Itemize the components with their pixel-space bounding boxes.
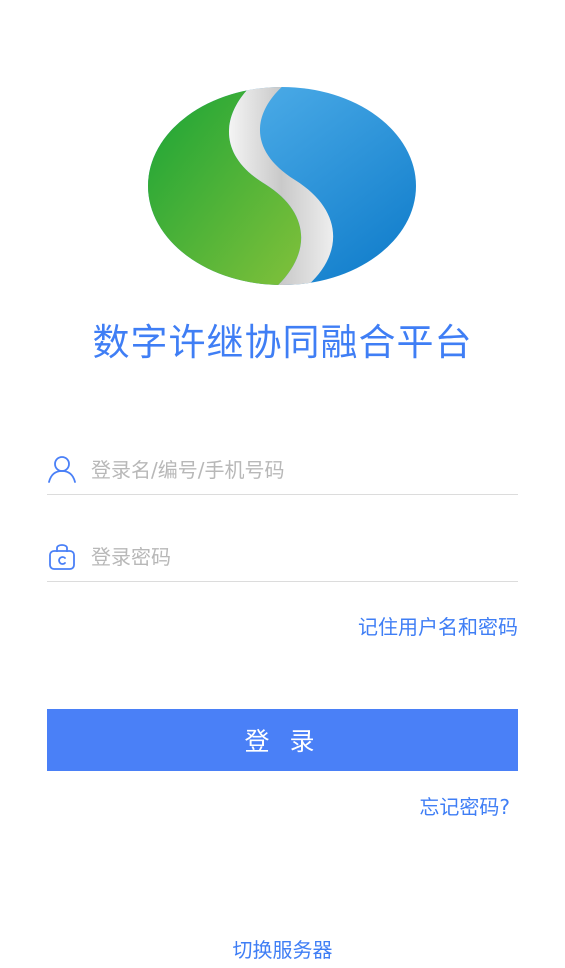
lock-icon xyxy=(49,544,75,570)
password-field xyxy=(47,535,518,582)
user-icon xyxy=(48,456,76,483)
login-button[interactable]: 登 录 xyxy=(47,709,518,771)
remember-credentials-toggle[interactable]: 记住用户名和密码 xyxy=(358,612,518,642)
app-logo xyxy=(148,87,416,285)
username-input[interactable] xyxy=(91,452,511,488)
password-input[interactable] xyxy=(91,539,511,575)
app-title: 数字许继协同融合平台 xyxy=(92,321,473,364)
username-field xyxy=(47,448,518,495)
forgot-password-link[interactable]: 忘记密码? xyxy=(419,792,510,822)
switch-server-link[interactable]: 切换服务器 xyxy=(0,935,565,965)
